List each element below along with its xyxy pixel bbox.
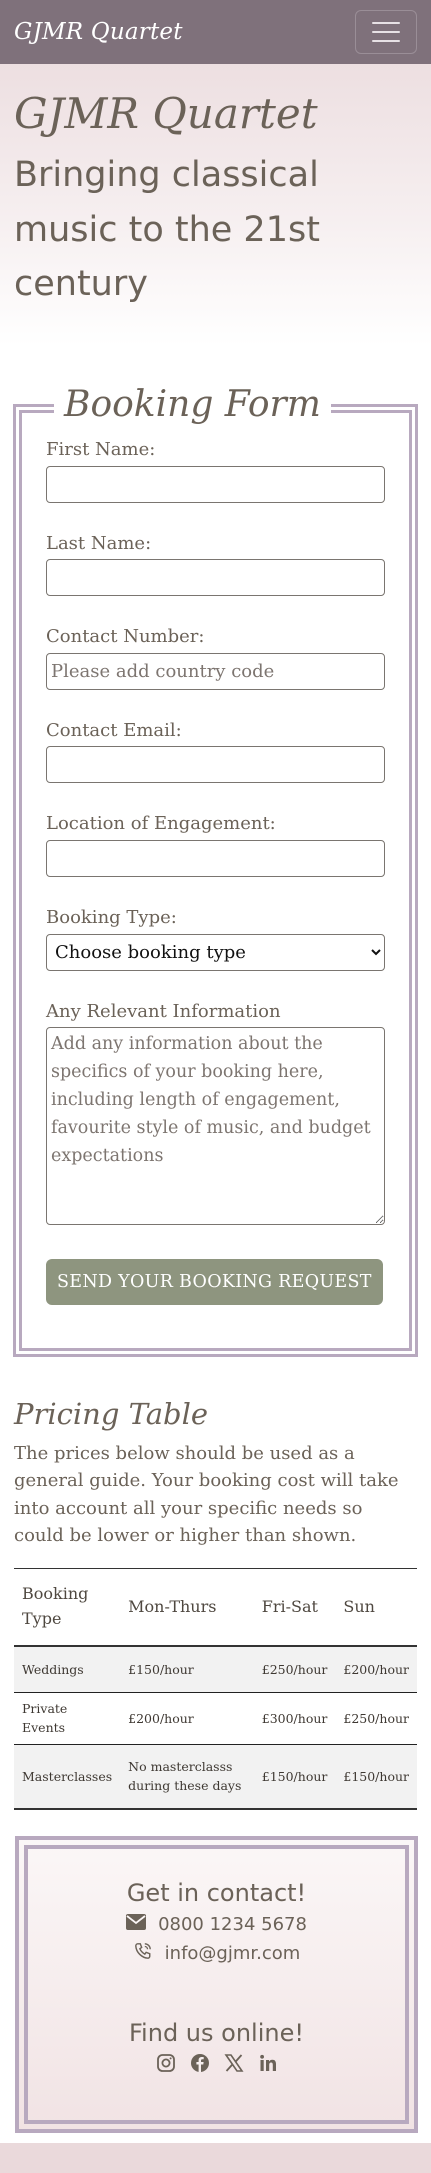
table-cell: £250/hour xyxy=(335,1692,417,1745)
linkedin-icon[interactable] xyxy=(258,2053,278,2073)
first-name-label: First Name: xyxy=(46,439,156,460)
table-cell: £150/hour xyxy=(120,1646,254,1693)
last-name-input[interactable] xyxy=(46,559,385,597)
table-cell: £150/hour xyxy=(335,1744,417,1811)
info-label: Any Relevant Information xyxy=(46,1000,281,1022)
contact-email-line: info@gjmr.com xyxy=(28,1942,405,1965)
navbar-brand[interactable]: GJMR Quartet xyxy=(14,19,183,45)
pricing-title: Pricing Table xyxy=(14,1397,209,1431)
pricing-intro: The prices below should be used as a gen… xyxy=(14,1442,399,1547)
facebook-icon[interactable] xyxy=(190,2053,210,2073)
find-online-heading: Find us online! xyxy=(129,2019,304,2048)
envelope-icon xyxy=(126,1913,147,1936)
x-icon[interactable] xyxy=(223,2053,244,2073)
contact-email-input[interactable] xyxy=(46,746,385,784)
table-cell: Weddings xyxy=(14,1646,121,1693)
contact-number-label: Contact Number: xyxy=(46,626,205,648)
contact-number-input[interactable] xyxy=(46,652,385,690)
contact-email-group: Contact Email: xyxy=(46,720,385,784)
first-name-group: First Name: xyxy=(46,439,385,503)
header-sun: Sun xyxy=(335,1567,417,1648)
contact-footer: Get in contact! 0800 1234 5678 info@gjmr… xyxy=(15,1836,418,2134)
header-fri-sat: Fri-Sat xyxy=(253,1567,336,1648)
booking-form: Booking Form First Name: Last Name: Cont… xyxy=(13,383,418,1357)
table-cell: £300/hour xyxy=(253,1692,336,1745)
booking-type-group: Booking Type: Choose booking type xyxy=(46,907,385,971)
header-mon-thurs: Mon-Thurs xyxy=(120,1567,254,1648)
send-booking-button[interactable]: SEND YOUR BOOKING REQUEST xyxy=(46,1259,383,1306)
pricing-table: Booking Type Mon-Thurs Fri-Sat Sun Weddi… xyxy=(14,1567,417,1811)
social-links xyxy=(28,2053,405,2073)
info-textarea[interactable] xyxy=(46,1027,385,1226)
last-name-label: Last Name: xyxy=(46,532,152,554)
header-booking-type: Booking Type xyxy=(14,1567,121,1648)
table-cell: £250/hour xyxy=(253,1646,336,1693)
first-name-input[interactable] xyxy=(46,465,385,503)
contact-phone[interactable]: 0800 1234 5678 xyxy=(158,1914,307,1935)
info-group: Any Relevant Information xyxy=(46,1001,385,1230)
table-cell: £200/hour xyxy=(335,1646,417,1693)
table-row: Private Events £200/hour £300/hour £250/… xyxy=(14,1692,417,1745)
table-cell: £150/hour xyxy=(253,1744,336,1811)
pricing-header-row: Booking Type Mon-Thurs Fri-Sat Sun xyxy=(14,1567,417,1648)
navbar: GJMR Quartet xyxy=(0,0,431,64)
contact-number-group: Contact Number: xyxy=(46,626,385,690)
location-group: Location of Engagement: xyxy=(46,813,385,877)
phone-icon xyxy=(133,1942,153,1965)
contact-email-label: Contact Email: xyxy=(46,719,182,741)
last-name-group: Last Name: xyxy=(46,533,385,597)
table-cell: Private Events xyxy=(14,1692,121,1745)
location-input[interactable] xyxy=(46,839,385,877)
menu-toggle-button[interactable] xyxy=(355,10,417,54)
table-cell: £200/hour xyxy=(120,1692,254,1745)
booking-type-label: Booking Type: xyxy=(46,906,177,928)
hero-tagline: Bringing classical music to the 21st cen… xyxy=(14,155,320,304)
hamburger-icon xyxy=(372,22,400,24)
contact-heading: Get in contact! xyxy=(126,1879,307,1908)
hero: GJMR Quartet Bringing classical music to… xyxy=(0,64,431,346)
table-row: Weddings £150/hour £250/hour £200/hour xyxy=(14,1646,417,1693)
location-label: Location of Engagement: xyxy=(46,813,276,835)
contact-email[interactable]: info@gjmr.com xyxy=(165,1943,301,1964)
table-cell: Masterclasses xyxy=(14,1744,121,1811)
table-cell: No masterclasss during these days xyxy=(120,1744,254,1811)
contact-inner: Get in contact! 0800 1234 5678 info@gjmr… xyxy=(24,1845,409,2125)
booking-form-inner: Booking Form First Name: Last Name: Cont… xyxy=(19,383,412,1351)
pricing-section: Pricing Table The prices below should be… xyxy=(0,1357,431,1811)
page-bottom-band xyxy=(0,2143,431,2173)
table-row: Masterclasses No masterclasss during the… xyxy=(14,1744,417,1811)
booking-type-select[interactable]: Choose booking type xyxy=(46,933,385,971)
hero-title: GJMR Quartet xyxy=(14,89,318,138)
instagram-icon[interactable] xyxy=(156,2053,176,2073)
booking-form-legend: Booking Form xyxy=(54,383,331,427)
contact-phone-line: 0800 1234 5678 xyxy=(28,1913,405,1936)
